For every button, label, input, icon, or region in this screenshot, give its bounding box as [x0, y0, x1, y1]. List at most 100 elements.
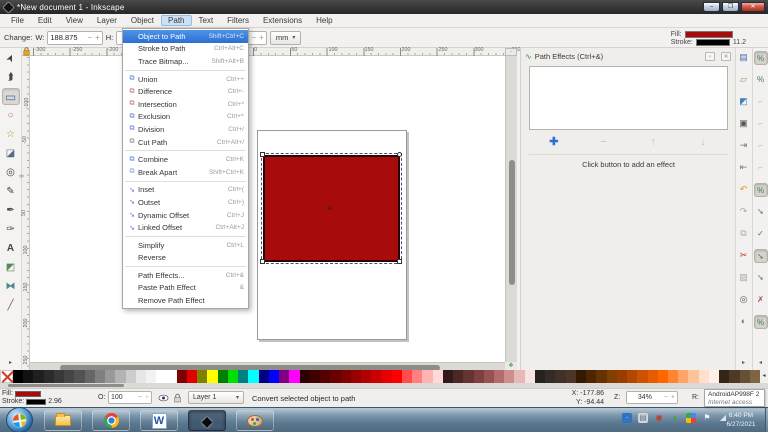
tray-audio-icon[interactable]: ◉ — [654, 413, 664, 423]
palette-scrollbar-thumb[interactable] — [8, 384, 124, 387]
move-effect-down-button[interactable]: ↓ — [678, 134, 728, 152]
palette-swatch[interactable] — [177, 370, 187, 383]
palette-swatch[interactable] — [392, 370, 402, 383]
menu-text[interactable]: Text — [192, 15, 221, 26]
star-tool-icon[interactable]: ☆ — [2, 126, 20, 143]
palette-swatch[interactable] — [146, 370, 156, 383]
snap-path-intersection-toggle[interactable]: ✓ — [754, 227, 768, 241]
zoom-minus-button[interactable]: − — [664, 394, 668, 401]
commands-overflow-arrow[interactable]: ▸ — [742, 359, 745, 366]
remove-effect-button[interactable]: − — [579, 134, 629, 152]
snap-path-toggle[interactable]: ➘ — [754, 205, 768, 219]
tray-app-blue-icon[interactable]: · — [622, 413, 632, 423]
palette-swatch[interactable] — [105, 370, 115, 383]
menu-layer[interactable]: Layer — [90, 15, 124, 26]
menu-item-dynamic-offset[interactable]: ➘Dynamic OffsetCtrl+J — [123, 209, 248, 222]
palette-swatch[interactable] — [115, 370, 125, 383]
tray-drive-icon[interactable] — [686, 413, 696, 423]
palette-swatch[interactable] — [555, 370, 565, 383]
cms-adjust-button[interactable]: ◦ — [505, 48, 517, 56]
palette-swatch[interactable] — [74, 370, 84, 383]
menu-item-paste-path-effect[interactable]: Paste Path Effect& — [123, 282, 248, 295]
palette-swatch[interactable] — [453, 370, 463, 383]
palette-swatch[interactable] — [289, 370, 299, 383]
palette-swatch[interactable] — [44, 370, 54, 383]
ry-plus-button[interactable]: + — [259, 33, 264, 42]
menu-item-remove-path-effect[interactable]: Remove Path Effect — [123, 294, 248, 307]
zoom-plus-button[interactable]: + — [671, 394, 675, 401]
palette-swatch[interactable] — [54, 370, 64, 383]
selector-tool-icon[interactable]: ➤ — [0, 47, 22, 70]
palette-swatch[interactable] — [238, 370, 248, 383]
palette-swatch[interactable] — [167, 370, 177, 383]
palette-swatch[interactable] — [740, 370, 750, 383]
layer-visibility-eye-icon[interactable] — [158, 393, 169, 403]
palette-swatch[interactable] — [699, 370, 709, 383]
calligraphy-tool-icon[interactable]: ✒ — [2, 202, 20, 219]
import-icon[interactable]: ⇥ — [737, 139, 750, 152]
palette-swatch[interactable] — [341, 370, 351, 383]
palette-swatch[interactable] — [586, 370, 596, 383]
palette-swatch[interactable] — [433, 370, 443, 383]
palette-swatch[interactable] — [637, 370, 647, 383]
opacity-plus-button[interactable]: + — [145, 394, 149, 401]
palette-swatch[interactable] — [371, 370, 381, 383]
palette-swatch[interactable] — [525, 370, 535, 383]
tray-app-green-icon[interactable]: ● — [670, 413, 680, 423]
move-effect-up-button[interactable]: ↑ — [629, 134, 679, 152]
palette-swatch[interactable] — [33, 370, 43, 383]
palette-swatch[interactable] — [310, 370, 320, 383]
statusbar-stroke-swatch[interactable] — [26, 399, 46, 405]
palette-swatch[interactable] — [320, 370, 330, 383]
palette-swatch[interactable] — [463, 370, 473, 383]
menu-path[interactable]: Path — [161, 15, 191, 26]
palette-swatch[interactable] — [494, 370, 504, 383]
snap-others-toggle[interactable]: % — [754, 315, 768, 329]
palette-swatch[interactable] — [545, 370, 555, 383]
tray-clipboard-icon[interactable]: ▤ — [638, 413, 648, 423]
save-icon[interactable]: ▣ — [737, 117, 750, 130]
palette-swatch[interactable] — [279, 370, 289, 383]
taskbar-explorer-button[interactable] — [44, 410, 82, 431]
palette-swatch[interactable] — [658, 370, 668, 383]
palette-swatch[interactable] — [709, 370, 719, 383]
palette-swatch[interactable] — [23, 370, 33, 383]
opacity-minus-button[interactable]: − — [138, 394, 142, 401]
palette-swatch[interactable] — [330, 370, 340, 383]
snap-bbox-toggle[interactable]: % — [754, 73, 768, 87]
open-file-icon[interactable]: ▱ — [737, 73, 750, 86]
close-button[interactable]: ✕ — [741, 2, 765, 12]
palette-swatch[interactable] — [535, 370, 545, 383]
palette-swatch[interactable] — [729, 370, 739, 383]
palette-swatch[interactable] — [617, 370, 627, 383]
copy-icon[interactable]: ⧉ — [737, 227, 750, 240]
palette-swatch[interactable] — [361, 370, 371, 383]
text-tool-icon[interactable]: A — [2, 240, 20, 257]
document-properties-icon[interactable]: ▤ — [737, 51, 750, 64]
undo-icon[interactable]: ↶ — [737, 183, 750, 196]
redo-icon[interactable]: ↷ — [737, 205, 750, 218]
rectangle-tool-icon[interactable]: ▭ — [2, 88, 20, 105]
snap-bbox-corner-toggle[interactable]: ⌐ — [754, 117, 768, 131]
palette-swatch[interactable] — [136, 370, 146, 383]
menu-item-union[interactable]: ⧉UnionCtrl++ — [123, 73, 248, 86]
ry-minus-button[interactable]: − — [251, 33, 256, 42]
snap-nodes-toggle[interactable]: % — [754, 183, 768, 197]
menu-filters[interactable]: Filters — [220, 15, 256, 26]
menu-item-stroke-to-path[interactable]: Stroke to PathCtrl+Alt+C — [123, 43, 248, 56]
palette-scroll-arrow[interactable]: ◂ — [760, 370, 768, 383]
opacity-spinbox[interactable]: 100 − + — [108, 391, 152, 404]
palette-swatch[interactable] — [228, 370, 238, 383]
menu-item-cut-path[interactable]: ⧉Cut PathCtrl+Alt+/ — [123, 136, 248, 149]
menu-item-path-effects[interactable]: Path Effects...Ctrl+& — [123, 269, 248, 282]
width-plus-button[interactable]: + — [95, 33, 100, 42]
ellipse-tool-icon[interactable]: ○ — [2, 107, 20, 124]
toolbox-overflow-arrow[interactable]: ▸ — [9, 359, 12, 366]
palette-swatch[interactable] — [678, 370, 688, 383]
snap-midpoint-toggle[interactable]: ✗ — [754, 293, 768, 307]
snap-overflow-arrow[interactable]: ◂ — [759, 359, 762, 366]
menu-item-division[interactable]: ⧉DivisionCtrl+/ — [123, 123, 248, 136]
export-icon[interactable]: ⇤ — [737, 161, 750, 174]
palette-swatch[interactable] — [248, 370, 258, 383]
palette-swatch[interactable] — [126, 370, 136, 383]
